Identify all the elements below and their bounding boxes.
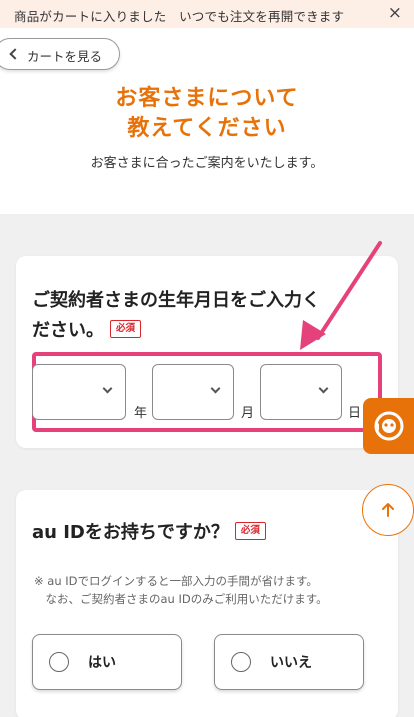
birth-day-select[interactable] (260, 364, 342, 420)
required-badge: 必須 (110, 320, 142, 338)
auid-note: ※ au IDでログインすると一部入力の手間が省けます。 なお、ご契約者さまのa… (34, 572, 328, 608)
birthdate-question-line1: ご契約者さまの生年月日をご入力く (32, 290, 320, 311)
view-cart-label: カートを見る (27, 49, 103, 64)
auid-yes-option[interactable]: はい (32, 634, 182, 690)
birthdate-question: ご契約者さまの生年月日をご入力く ださい。 必須 (32, 286, 320, 346)
birthdate-question-line2: ださい。 (32, 320, 104, 341)
arrow-up-icon (382, 503, 394, 517)
scroll-top-button[interactable] (362, 484, 414, 536)
auid-card: au IDをお持ちですか？ 必須 ※ au IDでログインすると一部入力の手間が省… (16, 490, 398, 717)
radio-circle-icon (49, 652, 69, 672)
page-title: お客さまについて 教えてください (0, 84, 414, 144)
auid-note-line2: なお、ご契約者さまのau IDのみご利用いただけます。 (34, 592, 328, 606)
chevron-down-icon (318, 383, 329, 394)
birth-month-select[interactable] (152, 364, 234, 420)
birth-month-unit: 月 (241, 406, 255, 421)
auid-yes-label: はい (88, 655, 116, 671)
birth-year-unit: 年 (134, 406, 148, 421)
birthdate-card: ご契約者さまの生年月日をご入力く ださい。 必須 年 月 日 (16, 256, 398, 448)
cart-notification-banner: 商品がカートに入りました いつでも注文を再開できます × (0, 0, 414, 28)
auid-no-label: いいえ (270, 655, 312, 671)
close-icon[interactable]: × (388, 3, 402, 23)
chat-support-button[interactable] (363, 398, 414, 454)
page-header: カートを見る お客さまについて 教えてください お客さまに合ったご案内をいたしま… (0, 28, 414, 214)
chevron-down-icon (102, 383, 113, 394)
birth-day-unit: 日 (348, 406, 362, 421)
auid-note-line1: ※ au IDでログインすると一部入力の手間が省けます。 (34, 574, 318, 588)
page-title-line2: 教えてください (127, 116, 287, 141)
auid-question-row: au IDをお持ちですか？ 必須 (32, 518, 266, 548)
radio-circle-icon (231, 652, 251, 672)
required-badge: 必須 (234, 522, 266, 540)
chevron-down-icon (210, 383, 221, 394)
birth-year-select[interactable] (32, 364, 126, 420)
page-title-line1: お客さまについて (115, 86, 299, 111)
cart-notification-text: 商品がカートに入りました いつでも注文を再開できます (14, 9, 345, 24)
page-subtitle: お客さまに合ったご案内をいたします。 (90, 156, 324, 171)
auid-no-option[interactable]: いいえ (214, 634, 364, 690)
chevron-left-icon (9, 48, 21, 60)
birthdate-question-line2-row: ださい。 必須 (32, 316, 320, 346)
view-cart-button[interactable]: カートを見る (0, 38, 120, 70)
auid-question: au IDをお持ちですか？ (32, 522, 229, 543)
chat-icon (374, 411, 404, 441)
